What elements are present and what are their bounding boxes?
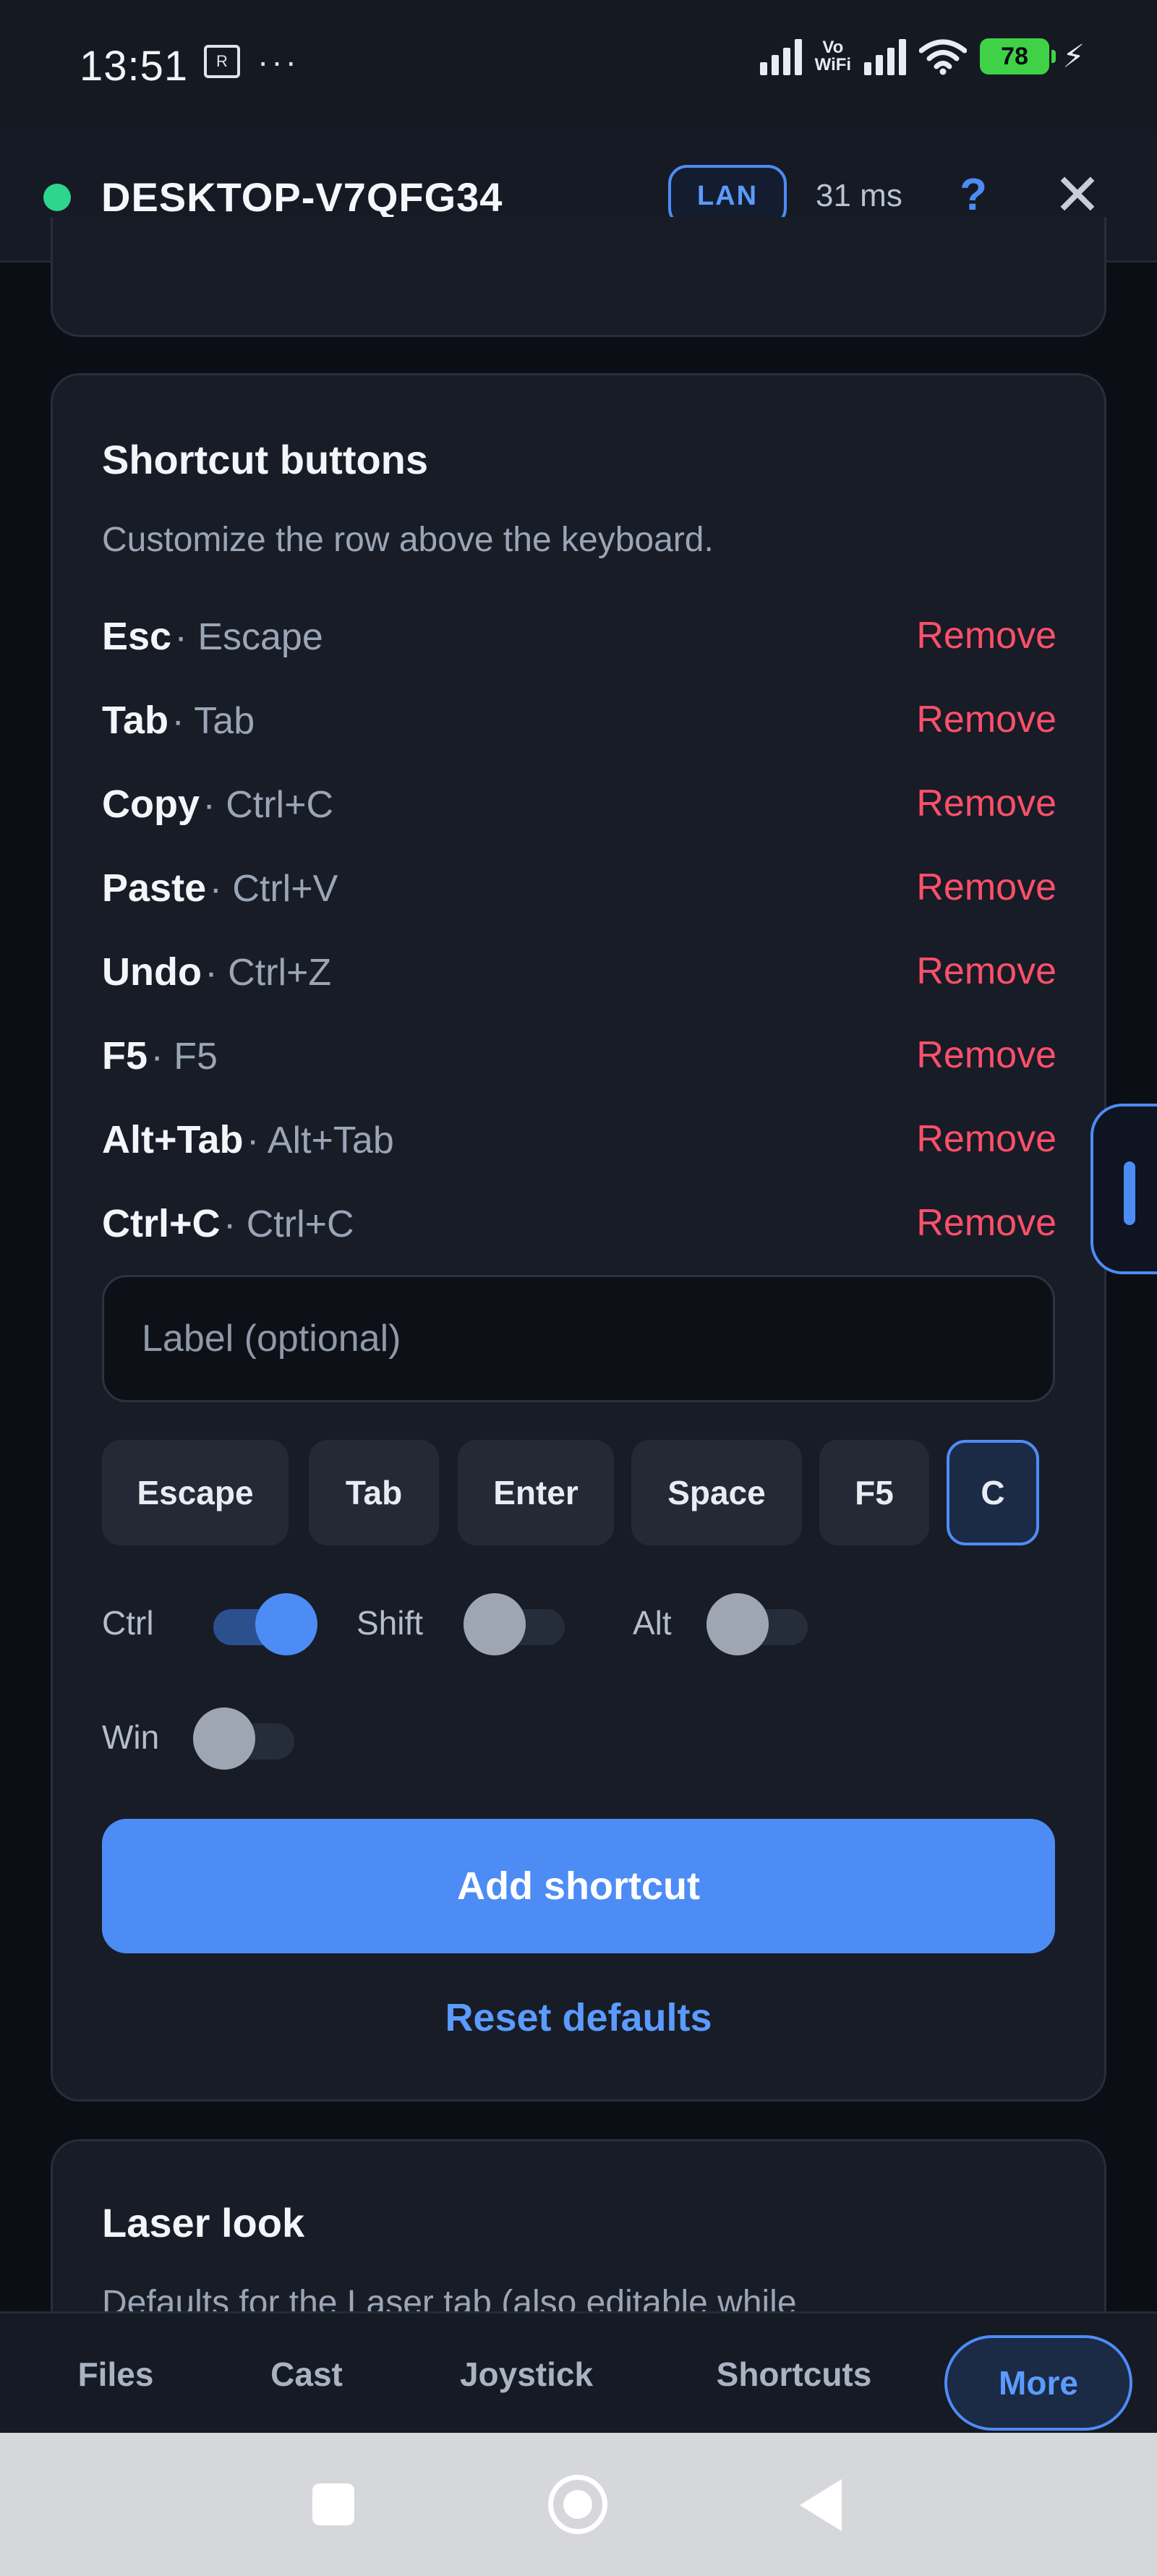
- shortcut-name: F5: [102, 1034, 148, 1078]
- side-panel-handle[interactable]: [1090, 1104, 1157, 1274]
- system-navigation-bar: [0, 2433, 1157, 2576]
- status-time: 13:51: [80, 43, 189, 90]
- shortcut-row: Copy · Ctrl+C Remove: [102, 782, 1056, 840]
- shortcut-row: Alt+Tab · Alt+Tab Remove: [102, 1117, 1056, 1175]
- toggle-knob: [706, 1593, 769, 1655]
- key-chip-c[interactable]: C: [947, 1440, 1039, 1545]
- charging-icon: ⚡: [1062, 38, 1085, 74]
- shortcut-name: Paste: [102, 866, 207, 910]
- nav-tab-more[interactable]: More: [944, 2335, 1132, 2431]
- key-chip-space[interactable]: Space: [631, 1440, 802, 1545]
- reset-defaults-link[interactable]: Reset defaults: [102, 1995, 1055, 2040]
- add-shortcut-button[interactable]: Add shortcut: [102, 1819, 1055, 1953]
- remove-shortcut-button[interactable]: Remove: [916, 866, 1056, 909]
- shortcut-row: F5 · F5 Remove: [102, 1033, 1056, 1091]
- shortcut-combo: Ctrl+C: [246, 1203, 354, 1245]
- shortcut-combo: F5: [174, 1036, 218, 1078]
- shortcut-row: Esc · Escape Remove: [102, 614, 1056, 672]
- key-chip-enter[interactable]: Enter: [458, 1440, 614, 1545]
- more-notifications-icon: ···: [257, 43, 299, 80]
- shortcut-row: Paste · Ctrl+V Remove: [102, 866, 1056, 924]
- shortcut-name: Alt+Tab: [102, 1118, 244, 1161]
- card-subtitle: Customize the row above the keyboard.: [102, 521, 714, 559]
- previous-settings-card: [51, 217, 1106, 337]
- shortcut-label-input[interactable]: [102, 1275, 1055, 1402]
- toggle-knob: [255, 1593, 317, 1655]
- shortcut-name: Esc: [102, 615, 172, 658]
- shortcut-separator: ·: [150, 1036, 174, 1078]
- key-chip-f5[interactable]: F5: [819, 1440, 929, 1545]
- shortcut-row: Tab · Tab Remove: [102, 698, 1056, 756]
- vowifi-bottom-text: WiFi: [814, 55, 852, 74]
- shortcut-name: Copy: [102, 782, 200, 826]
- remove-shortcut-button[interactable]: Remove: [916, 782, 1056, 825]
- vowifi-top-text: Vo: [822, 38, 844, 57]
- status-indicators: Vo WiFi 78 ⚡: [759, 38, 1085, 75]
- nav-tab-shortcuts[interactable]: Shortcuts: [694, 2313, 894, 2435]
- shift-modifier-label: Shift: [357, 1604, 424, 1642]
- key-chip-escape[interactable]: Escape: [102, 1440, 289, 1545]
- shortcut-combo: Escape: [197, 616, 323, 658]
- shortcut-combo: Ctrl+Z: [228, 952, 332, 994]
- recent-apps-icon[interactable]: [312, 2483, 354, 2525]
- shortcut-combo: Ctrl+V: [232, 868, 338, 910]
- toggle-knob: [193, 1707, 255, 1770]
- nav-tab-joystick[interactable]: Joystick: [434, 2313, 619, 2435]
- shortcut-row: Ctrl+C · Ctrl+C Remove: [102, 1201, 1056, 1259]
- remove-shortcut-button[interactable]: Remove: [916, 1201, 1056, 1245]
- shortcut-name: Ctrl+C: [102, 1202, 221, 1245]
- shortcut-separator: ·: [171, 700, 195, 742]
- drag-handle-icon: [1124, 1161, 1135, 1225]
- home-icon[interactable]: [548, 2475, 607, 2534]
- shortcut-separator: ·: [223, 1203, 247, 1245]
- key-chip-tab[interactable]: Tab: [309, 1440, 439, 1545]
- device-name: DESKTOP-V7QFG34: [101, 174, 503, 220]
- shortcut-separator: ·: [174, 616, 198, 658]
- card-title: Shortcut buttons: [102, 437, 429, 482]
- remove-shortcut-button[interactable]: Remove: [916, 614, 1056, 657]
- win-modifier-label: Win: [102, 1718, 160, 1756]
- bottom-navigation: Files Cast Joystick Shortcuts More: [0, 2311, 1157, 2435]
- signal-icon: [759, 38, 802, 75]
- toggle-knob: [464, 1593, 526, 1655]
- win-modifier-toggle[interactable]: [193, 1707, 294, 1770]
- remove-shortcut-button[interactable]: Remove: [916, 1033, 1056, 1077]
- shortcut-row: Undo · Ctrl+Z Remove: [102, 950, 1056, 1007]
- remove-shortcut-button[interactable]: Remove: [916, 1117, 1056, 1161]
- latency-readout: 31 ms: [816, 178, 902, 213]
- shortcut-separator: ·: [209, 868, 233, 910]
- remove-shortcut-button[interactable]: Remove: [916, 698, 1056, 741]
- wifi-icon: [919, 39, 968, 75]
- shortcut-name: Tab: [102, 699, 168, 742]
- shortcut-name: Undo: [102, 950, 202, 994]
- back-icon[interactable]: [800, 2479, 842, 2531]
- sim-card-icon: R: [204, 45, 240, 78]
- shortcut-buttons-card: Shortcut buttons Customize the row above…: [51, 373, 1106, 2102]
- shift-modifier-toggle[interactable]: [464, 1593, 565, 1655]
- shortcut-combo: Alt+Tab: [267, 1119, 394, 1161]
- remove-shortcut-button[interactable]: Remove: [916, 950, 1056, 993]
- nav-tab-cast[interactable]: Cast: [236, 2313, 377, 2435]
- card-title: Laser look: [102, 2200, 305, 2246]
- connection-status-icon: [43, 184, 71, 211]
- battery-icon: 78: [980, 38, 1056, 74]
- shortcut-combo: Tab: [194, 700, 255, 742]
- shortcut-combo: Ctrl+C: [226, 784, 334, 826]
- shortcut-separator: ·: [202, 784, 226, 826]
- shortcut-separator: ·: [205, 952, 229, 994]
- signal-icon: [864, 38, 907, 75]
- status-notifications: R ···: [204, 45, 299, 78]
- ctrl-modifier-label: Ctrl: [102, 1604, 154, 1642]
- shortcut-separator: ·: [246, 1119, 268, 1161]
- status-bar: 13:51 R ··· Vo WiFi 78 ⚡: [0, 0, 1157, 130]
- alt-modifier-label: Alt: [633, 1604, 672, 1642]
- help-button[interactable]: ?: [952, 166, 995, 224]
- nav-tab-files[interactable]: Files: [51, 2313, 181, 2435]
- ctrl-modifier-toggle[interactable]: [213, 1593, 317, 1655]
- alt-modifier-toggle[interactable]: [706, 1593, 808, 1655]
- vowifi-icon: Vo WiFi: [815, 39, 851, 74]
